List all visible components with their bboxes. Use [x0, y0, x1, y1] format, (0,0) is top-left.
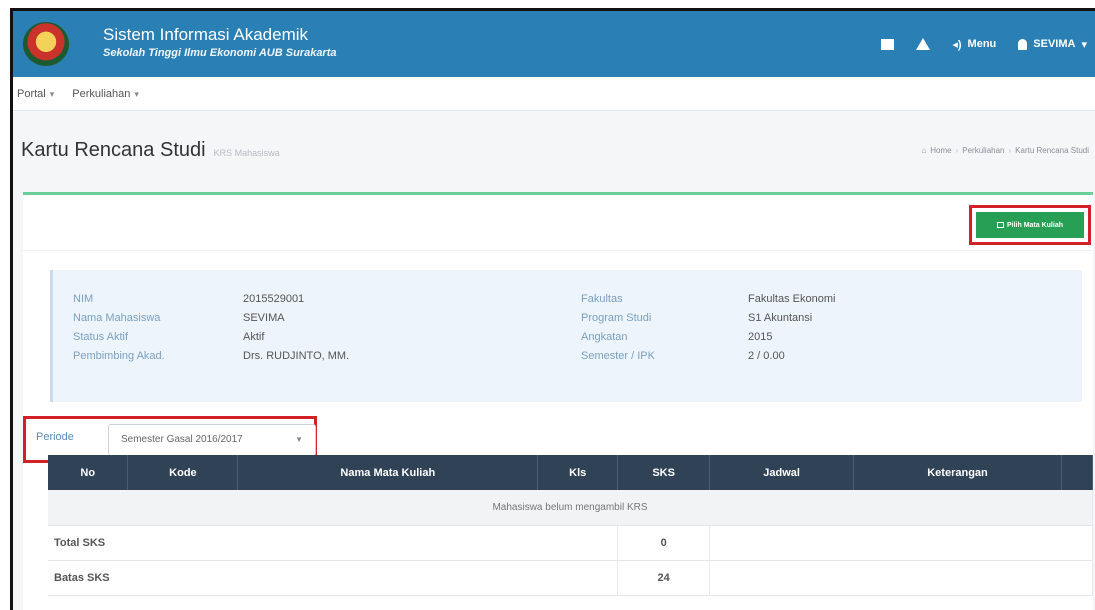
period-select[interactable]: Semester Gasal 2016/2017 ▼	[108, 424, 316, 456]
info-labels-left: NIM Nama Mahasiswa Status Aktif Pembimbi…	[73, 290, 165, 366]
value-prodi: S1 Akuntansi	[748, 312, 813, 324]
value-angkatan: 2015	[748, 331, 773, 343]
chevron-down-icon: ▾	[1081, 38, 1087, 51]
panel-toolbar: Pilih Mata Kuliah	[23, 195, 1093, 251]
pick-course-button[interactable]: Pilih Mata Kuliah	[976, 212, 1084, 238]
col-sks: SKS	[617, 455, 711, 490]
top-actions: ◂) Menu SEVIMA ▾	[881, 11, 1087, 77]
col-extra	[1061, 455, 1094, 490]
table-row: Total SKS 0	[48, 525, 1093, 561]
user-label: SEVIMA	[1033, 38, 1076, 50]
col-kode: Kode	[127, 455, 239, 490]
page-title-text: Kartu Rencana Studi	[21, 139, 206, 161]
col-nama: Nama Mata Kuliah	[237, 455, 539, 490]
chevron-down-icon: ▾	[134, 88, 139, 99]
nav-portal[interactable]: Portal ▾	[17, 88, 54, 100]
page-title: Kartu Rencana Studi KRS Mahasiswa	[21, 139, 280, 162]
value-fakultas: Fakultas Ekonomi	[748, 293, 836, 305]
nav-perkuliahan[interactable]: Perkuliahan ▾	[72, 88, 139, 100]
value-pembimbing: Drs. RUDJINTO, MM.	[243, 350, 350, 362]
label-nama: Nama Mahasiswa	[73, 312, 161, 324]
menu-icon: ◂)	[952, 38, 962, 51]
table-row: Batas SKS 24	[48, 560, 1093, 596]
limit-empty	[709, 560, 1093, 596]
label-status: Status Aktif	[73, 331, 129, 343]
label-semester: Semester / IPK	[581, 350, 655, 362]
krs-panel: Pilih Mata Kuliah NIM Nama Mahasiswa Sta…	[23, 192, 1094, 610]
col-kls: Kls	[537, 455, 619, 490]
period-selected: Semester Gasal 2016/2017	[121, 434, 243, 445]
chevron-down-icon: ▾	[49, 88, 55, 99]
label-angkatan: Angkatan	[581, 331, 628, 343]
total-empty	[709, 525, 1093, 561]
breadcrumb-perkuliahan[interactable]: Perkuliahan	[962, 146, 1004, 155]
total-label: Total SKS	[48, 525, 619, 561]
chevron-down-icon: ▼	[295, 435, 303, 444]
col-jadwal: Jadwal	[709, 455, 855, 490]
breadcrumb-current: Kartu Rencana Studi	[1015, 146, 1089, 155]
top-navbar: Sistem Informasi Akademik Sekolah Tinggi…	[13, 11, 1095, 77]
value-semester: 2 / 0.00	[748, 350, 785, 362]
krs-table: No Kode Nama Mata Kuliah Kls SKS Jadwal …	[48, 455, 1094, 596]
value-nama: SEVIMA	[243, 312, 285, 324]
page-header: Kartu Rencana Studi KRS Mahasiswa ⌂ Home …	[13, 112, 1095, 192]
nav-perkuliahan-label: Perkuliahan	[72, 87, 131, 100]
limit-label: Batas SKS	[48, 560, 619, 596]
breadcrumb-separator: ›	[1008, 146, 1012, 155]
label-fakultas: Fakultas	[581, 293, 623, 305]
institution-logo	[23, 22, 69, 66]
value-status: Aktif	[243, 331, 265, 343]
menu-button[interactable]: ◂) Menu	[952, 38, 996, 51]
page-subtitle: KRS Mahasiswa	[213, 148, 280, 158]
info-values-right: Fakultas Ekonomi S1 Akuntansi 2015 2 / 0…	[748, 290, 835, 366]
mail-icon[interactable]	[881, 38, 895, 50]
home-icon: ⌂	[921, 146, 927, 155]
user-menu[interactable]: SEVIMA ▾	[1018, 38, 1087, 51]
label-nim: NIM	[73, 293, 94, 305]
empty-message: Mahasiswa belum mengambil KRS	[48, 490, 1093, 526]
pick-course-label: Pilih Mata Kuliah	[1006, 221, 1063, 229]
info-labels-right: Fakultas Program Studi Angkatan Semester…	[581, 290, 655, 366]
breadcrumb-home[interactable]: Home	[930, 146, 951, 155]
label-prodi: Program Studi	[581, 312, 652, 324]
app-window: Sistem Informasi Akademik Sekolah Tinggi…	[10, 8, 1095, 610]
table-row: Mahasiswa belum mengambil KRS	[48, 490, 1093, 526]
nav-portal-label: Portal	[17, 87, 46, 100]
menu-label: Menu	[967, 38, 997, 50]
total-value: 0	[617, 525, 711, 561]
highlight-box: Pilih Mata Kuliah	[969, 205, 1091, 245]
label-pembimbing: Pembimbing Akad.	[73, 350, 165, 362]
table-header-row: No Kode Nama Mata Kuliah Kls SKS Jadwal …	[48, 455, 1094, 490]
app-subtitle: Sekolah Tinggi Ilmu Ekonomi AUB Surakart…	[103, 47, 337, 59]
info-values-left: 2015529001 SEVIMA Aktif Drs. RUDJINTO, M…	[243, 290, 349, 366]
breadcrumb-separator: ›	[955, 146, 959, 155]
user-icon	[1018, 38, 1028, 50]
sub-navigation: Portal ▾ Perkuliahan ▾	[13, 77, 1095, 111]
list-icon	[996, 222, 1004, 228]
limit-value: 24	[617, 560, 711, 596]
period-label: Periode	[36, 431, 74, 443]
col-keterangan: Keterangan	[853, 455, 1062, 490]
breadcrumb: ⌂ Home › Perkuliahan › Kartu Rencana Stu…	[921, 146, 1089, 155]
value-nim: 2015529001	[243, 293, 305, 305]
col-no: No	[48, 455, 129, 490]
app-title: Sistem Informasi Akademik	[103, 25, 309, 44]
alert-icon[interactable]	[916, 38, 931, 50]
student-info: NIM Nama Mahasiswa Status Aktif Pembimbi…	[50, 270, 1082, 402]
